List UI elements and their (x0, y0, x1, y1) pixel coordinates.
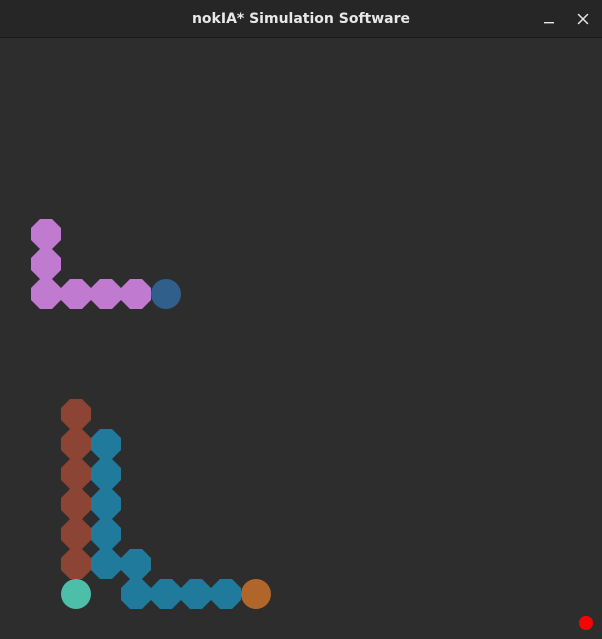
minimize-icon (543, 13, 555, 25)
snake-teal-segment (181, 579, 211, 609)
minimize-button[interactable] (536, 6, 562, 32)
window-title: nokIA* Simulation Software (191, 11, 411, 27)
close-button[interactable] (570, 6, 596, 32)
snake-teal-segment (91, 519, 121, 549)
snake-brown-segment (61, 519, 91, 549)
snake-purple-segment (121, 279, 151, 309)
snake-teal-segment (151, 579, 181, 609)
snake-purple-segment (31, 249, 61, 279)
snake-purple-segment (31, 219, 61, 249)
snake-brown-segment (61, 429, 91, 459)
snake-purple-segment (91, 279, 121, 309)
snake-teal-segment (121, 549, 151, 579)
game-board (0, 38, 602, 639)
snake-teal-segment (211, 579, 241, 609)
snake-purple-segment (31, 279, 61, 309)
snake-brown-segment (61, 549, 91, 579)
snake-brown-segment (61, 399, 91, 429)
snake-teal-segment (121, 579, 151, 609)
snake-teal-segment (91, 459, 121, 489)
title-bar[interactable]: nokIA* Simulation Software (0, 0, 602, 38)
snake-brown-segment (61, 459, 91, 489)
snake-brown-head (61, 579, 91, 609)
snake-teal-segment (91, 549, 121, 579)
snake-teal-head (241, 579, 271, 609)
snake-teal-segment (91, 429, 121, 459)
food-pellet (579, 616, 593, 630)
snake-teal-segment (91, 489, 121, 519)
close-icon (577, 13, 589, 25)
app-window: nokIA* Simulation Software (0, 0, 602, 639)
snake-purple-head (151, 279, 181, 309)
snake-purple-segment (61, 279, 91, 309)
snake-brown-segment (61, 489, 91, 519)
